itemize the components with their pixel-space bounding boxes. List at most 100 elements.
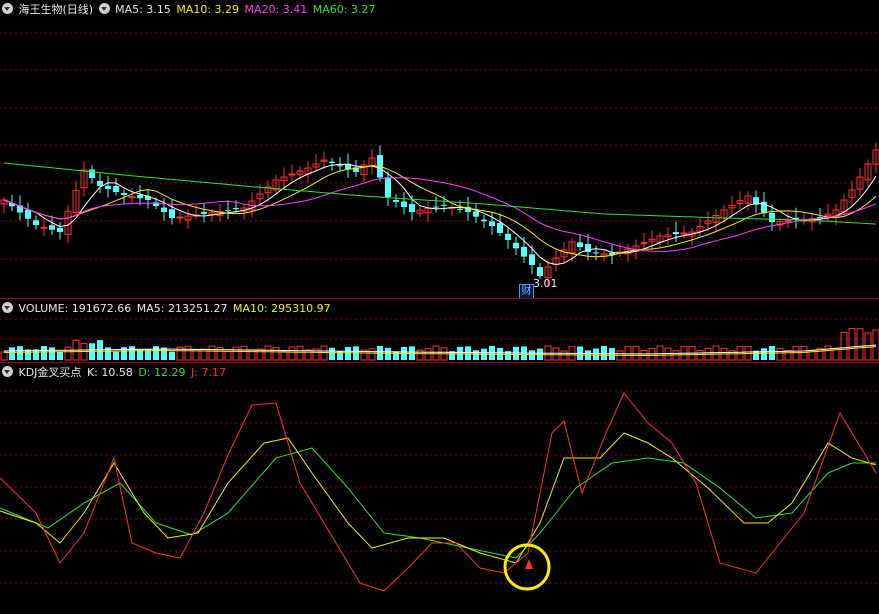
volume-bar-up (632, 346, 640, 361)
candle-body-down (161, 207, 167, 212)
volume-bar-down (169, 351, 175, 360)
candle-body-down (513, 242, 519, 249)
volume-bar-up (824, 345, 832, 361)
volume-bar-up (840, 332, 848, 361)
candle-body-up (680, 232, 688, 235)
volume-bar-down (329, 347, 335, 360)
volume-bar-up (296, 345, 304, 361)
ma5-line (3, 163, 877, 266)
candle-body-down (385, 177, 391, 197)
candle-body-down (409, 204, 415, 212)
candle-body-down (169, 209, 175, 218)
ma10-value: MA10: 3.29 (176, 3, 240, 16)
volume-bar-down (457, 346, 463, 360)
candle-body-down (337, 165, 343, 167)
collapse-triangle-icon[interactable] (2, 302, 13, 313)
candle-body-down (505, 233, 511, 240)
candle-body-down (441, 204, 447, 206)
volume-bar-up (288, 346, 296, 361)
volume-bar-up (224, 351, 232, 361)
volume-bar-up (304, 349, 312, 361)
volume-bar-up (864, 332, 872, 361)
kdj-panel[interactable]: KDJ金叉买点 K: 10.58 D: 12.29 J: 7.17 (0, 363, 879, 614)
ma10-line (3, 165, 877, 258)
buy-signal-arrow-icon (525, 559, 533, 569)
collapse-triangle-icon[interactable] (2, 3, 13, 14)
volume-bar-down (385, 347, 391, 360)
candle-body-down (673, 232, 679, 234)
volume-bar-up (368, 348, 376, 361)
volume-bar-up (208, 345, 216, 361)
kdj-title: KDJ金叉买点 (18, 366, 82, 379)
candle-body-down (89, 169, 95, 178)
volume-ma10: MA10: 295310.97 (232, 302, 331, 315)
volume-header: VOLUME: 191672.66 MA5: 213251.27 MA10: 2… (2, 301, 333, 317)
volume-bar-down (113, 351, 119, 360)
volume-bar-up (416, 349, 424, 361)
candle-body-down (49, 225, 55, 230)
candle-body-up (784, 220, 792, 223)
candle-body-down (457, 208, 463, 210)
candle-body-up (640, 242, 648, 245)
volume-bar-up (272, 347, 280, 361)
volume-bar-up (552, 347, 560, 361)
volume-bar-up (64, 346, 72, 361)
volume-bar-down (465, 346, 471, 360)
volume-bar-down (153, 346, 159, 360)
candle-body-down (201, 212, 207, 214)
candle-body-down (57, 227, 63, 232)
candle-body-down (105, 185, 111, 189)
candle-body-down (521, 246, 527, 257)
financial-report-marker[interactable]: 财 (519, 284, 534, 298)
candle-body-down (489, 221, 495, 226)
candle-body-down (97, 180, 103, 186)
candle-body-down (25, 209, 31, 219)
volume-bar-down (473, 350, 479, 360)
price-chart-header: 海王生物(日线) MA5: 3.15 MA10: 3.29 MA20: 3.41… (2, 2, 377, 18)
candlestick-chart[interactable] (0, 0, 879, 298)
collapse-triangle-icon[interactable] (98, 3, 110, 14)
price-chart-panel[interactable]: 海王生物(日线) MA5: 3.15 MA10: 3.29 MA20: 3.41… (0, 0, 879, 299)
volume-bar-up (696, 350, 704, 361)
kdj-j-value: J: 7.17 (191, 366, 226, 379)
volume-bar-up (232, 346, 240, 361)
candle-body-up (128, 196, 136, 199)
volume-ma5: MA5: 213251.27 (136, 302, 228, 315)
ma5-value: MA5: 3.15 (115, 3, 171, 16)
volume-bar-down (129, 346, 135, 360)
volume-bar-up (848, 328, 856, 361)
candle-body-down (433, 206, 439, 208)
candle-body-down (233, 207, 239, 210)
ma60-line (3, 162, 877, 225)
candle-body-down (577, 242, 583, 247)
kdj-d-value: D: 12.29 (138, 366, 186, 379)
candle-body-down (393, 199, 399, 202)
volume-bar-up (792, 346, 800, 361)
volume-bar-up (240, 345, 248, 361)
volume-panel[interactable]: VOLUME: 191672.66 MA5: 213251.27 MA10: 2… (0, 299, 879, 363)
candle-body-down (473, 211, 479, 217)
volume-bar-up (784, 350, 792, 361)
stock-title: 海王生物(日线) (18, 3, 94, 16)
volume-bar-down (393, 351, 399, 360)
volume-bar-up (560, 350, 568, 361)
volume-bar-up (800, 346, 808, 361)
low-price-label: 3.01 (533, 277, 558, 290)
candle-body-up (176, 216, 184, 219)
kdj-chart[interactable] (0, 363, 879, 614)
candle-body-down (33, 220, 39, 225)
candle-body-up (40, 226, 48, 229)
volume-bar-down (601, 346, 607, 360)
volume-bar-down (345, 346, 351, 360)
candle-body-up (288, 173, 296, 176)
ma20-line (3, 177, 877, 252)
candle-body-down (769, 212, 775, 222)
candle-body-down (401, 201, 407, 207)
volume-bar-up (664, 347, 672, 361)
candle-body-down (529, 254, 535, 265)
volume-bar-up (856, 328, 864, 361)
volume-bar-down (41, 346, 47, 360)
collapse-triangle-icon[interactable] (2, 366, 13, 377)
volume-bar-up (656, 345, 664, 361)
candle-body-down (537, 267, 543, 276)
